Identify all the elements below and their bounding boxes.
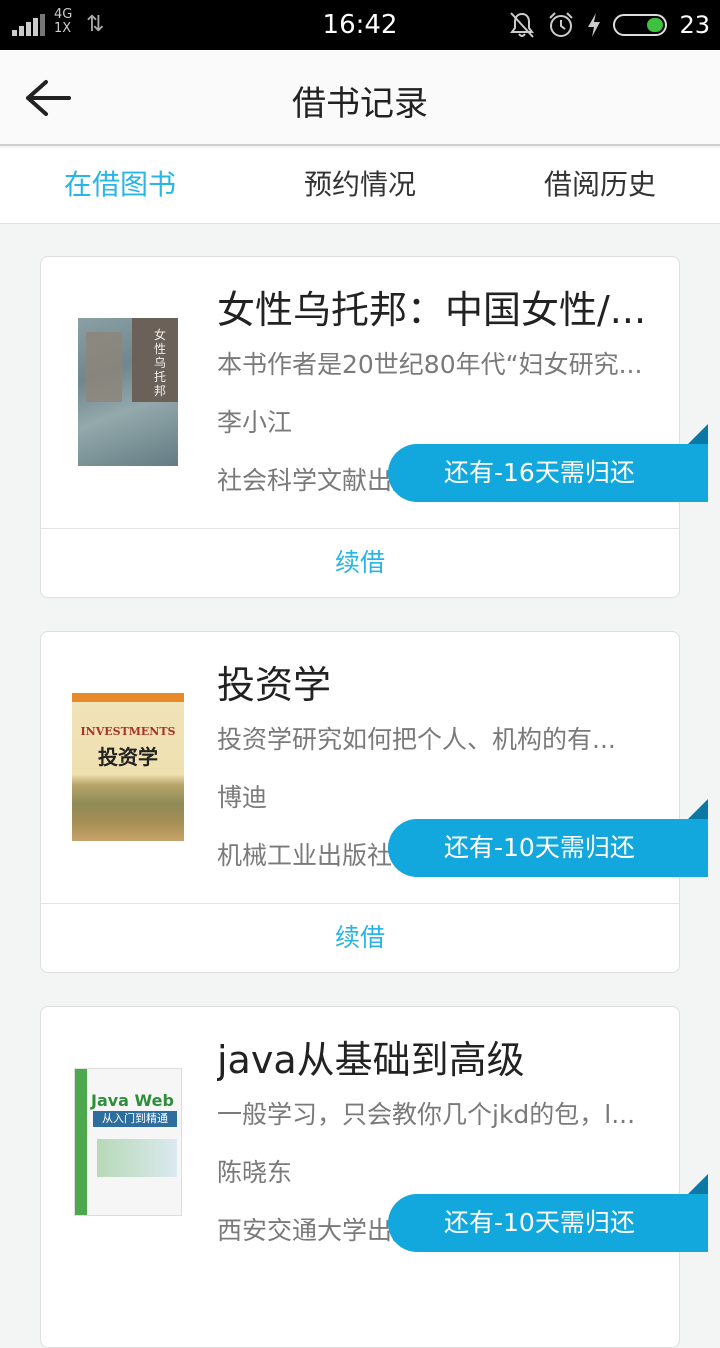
- book-publisher: 机械工业出版社: [217, 841, 393, 870]
- tab-bar: 在借图书 预约情况 借阅历史: [0, 148, 720, 224]
- book-author: 陈晓东: [217, 1158, 293, 1187]
- status-icons: 23: [509, 8, 710, 42]
- due-badge: 还有-10天需归还: [388, 819, 708, 877]
- book-card[interactable]: INVESTMENTS 投资学 投资学 投资学研究如何把个人、机构的有... 博…: [40, 631, 680, 973]
- book-publisher: 西安交通大学出版社: [217, 1216, 417, 1245]
- book-title: 投资学: [217, 663, 332, 707]
- page-title: 借书记录: [292, 84, 428, 124]
- due-badge: 还有-16天需归还: [388, 444, 708, 502]
- renew-button[interactable]: 续借: [41, 904, 679, 972]
- status-bar: 4G 1X ⇅ 16:42 23: [0, 0, 720, 50]
- book-title: 女性乌托邦：中国女性/...: [217, 288, 647, 332]
- book-description: 一般学习，只会教你几个jkd的包，l...: [217, 1100, 636, 1129]
- book-publisher: 社会科学文献出版社: [217, 466, 417, 495]
- book-card[interactable]: Java Web 从入门到精通 java从基础到高级 一般学习，只会教你几个jk…: [40, 1006, 680, 1348]
- battery-level: 23: [679, 11, 710, 39]
- book-cover-image: Java Web 从入门到精通: [74, 1068, 182, 1216]
- book-card[interactable]: 女性乌托邦 女性乌托邦：中国女性/... 本书作者是20世纪80年代“妇女研究.…: [40, 256, 680, 598]
- charging-icon: [588, 13, 601, 37]
- book-author: 李小江: [217, 408, 293, 437]
- badge-fold: [688, 424, 708, 444]
- tab-history[interactable]: 借阅历史: [480, 148, 720, 223]
- book-title: java从基础到高级: [217, 1038, 525, 1082]
- book-description: 本书作者是20世纪80年代“妇女研究...: [217, 350, 643, 379]
- app-header: 借书记录: [0, 50, 720, 146]
- book-cover-image: INVESTMENTS 投资学: [72, 693, 184, 841]
- badge-fold: [688, 799, 708, 819]
- renew-button[interactable]: 续借: [41, 529, 679, 597]
- tab-reservations[interactable]: 预约情况: [240, 148, 480, 223]
- battery-icon: [613, 14, 668, 36]
- alarm-icon: [549, 12, 574, 37]
- book-description: 投资学研究如何把个人、机构的有...: [217, 725, 616, 754]
- book-cover-image: 女性乌托邦: [78, 318, 178, 466]
- book-author: 博迪: [217, 783, 268, 812]
- mute-icon: [510, 12, 535, 38]
- badge-fold: [688, 1174, 708, 1194]
- tab-borrowed[interactable]: 在借图书: [0, 148, 240, 223]
- due-badge: 还有-10天需归还: [388, 1194, 708, 1252]
